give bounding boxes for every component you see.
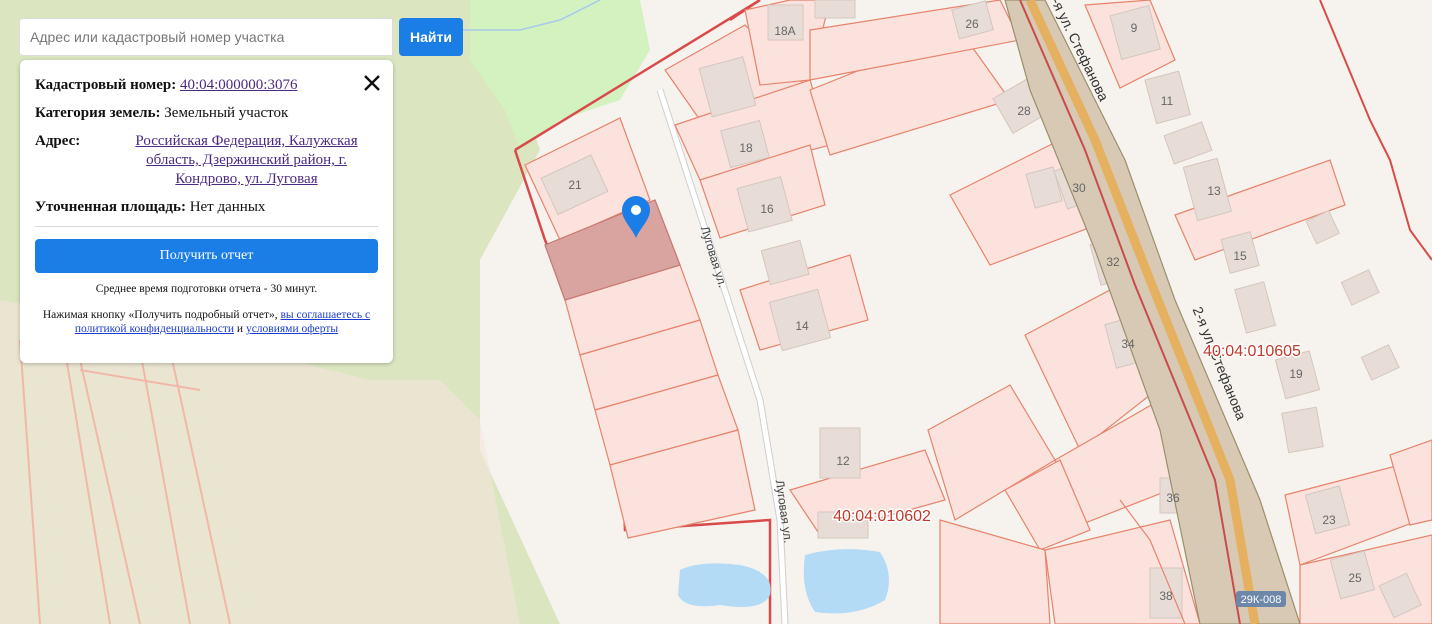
search-button[interactable]: Найти (399, 18, 463, 56)
house-number: 18А (774, 24, 795, 38)
house-number: 19 (1289, 367, 1303, 381)
quarter-label: 40:04:010605 (1203, 343, 1301, 360)
category-label: Категория земель: (35, 105, 161, 121)
house-number: 14 (795, 319, 809, 333)
house-number: 30 (1072, 181, 1086, 195)
legal-and: и (236, 323, 244, 335)
house-number: 26 (965, 17, 979, 31)
get-report-button[interactable]: Получить отчет (35, 239, 378, 273)
house-number: 15 (1233, 249, 1247, 263)
offer-terms-link[interactable]: условиями оферты (246, 323, 338, 335)
divider (35, 226, 378, 227)
search-input[interactable] (19, 18, 393, 56)
address-link[interactable]: Российская Федерация, Калужская область,… (115, 132, 378, 189)
cadastral-label: Кадастровый номер: (35, 77, 177, 93)
cadastral-number-link[interactable]: 40:04:000000:3076 (180, 77, 298, 93)
search-bar: Найти (19, 18, 463, 56)
legal-prefix: Нажимая кнопку «Получить подробный отчет… (42, 309, 278, 321)
address-label: Адрес: (35, 133, 81, 149)
house-number: 13 (1207, 184, 1221, 198)
house-number: 9 (1131, 21, 1138, 35)
avg-time-note: Среднее время подготовки отчета - 30 мин… (95, 283, 318, 295)
area-label: Уточненная площадь: (35, 199, 186, 215)
house-number: 18 (739, 141, 753, 155)
house-number: 38 (1159, 589, 1173, 603)
address-row: Адрес: Российская Федерация, Калужская о… (35, 132, 378, 189)
quarter-label: 40:04:010602 (833, 508, 931, 525)
area-value: Нет данных (189, 199, 266, 215)
house-number: 16 (760, 202, 774, 216)
close-icon[interactable] (361, 72, 383, 94)
legal-note: Нажимая кнопку «Получить подробный отчет… (35, 308, 378, 336)
cadastral-row: Кадастровый номер: 40:04:000000:3076 (35, 76, 378, 95)
house-number: 28 (1017, 104, 1031, 118)
category-value: Земельный участок (164, 105, 289, 121)
house-number: 23 (1322, 513, 1336, 527)
category-row: Категория земель: Земельный участок (35, 104, 378, 123)
road-badge-label: 29К-008 (1241, 594, 1282, 606)
parcel-info-panel: Кадастровый номер: 40:04:000000:3076 Кат… (20, 60, 393, 363)
pond-east (803, 549, 889, 614)
area-row: Уточненная площадь: Нет данных (35, 198, 378, 217)
house-number: 32 (1106, 255, 1120, 269)
house-number: 12 (836, 454, 850, 468)
house-number: 36 (1166, 491, 1180, 505)
house-number: 11 (1161, 94, 1174, 108)
house-number: 25 (1348, 571, 1362, 585)
house-number: 34 (1121, 337, 1135, 351)
house-number: 21 (568, 178, 582, 192)
